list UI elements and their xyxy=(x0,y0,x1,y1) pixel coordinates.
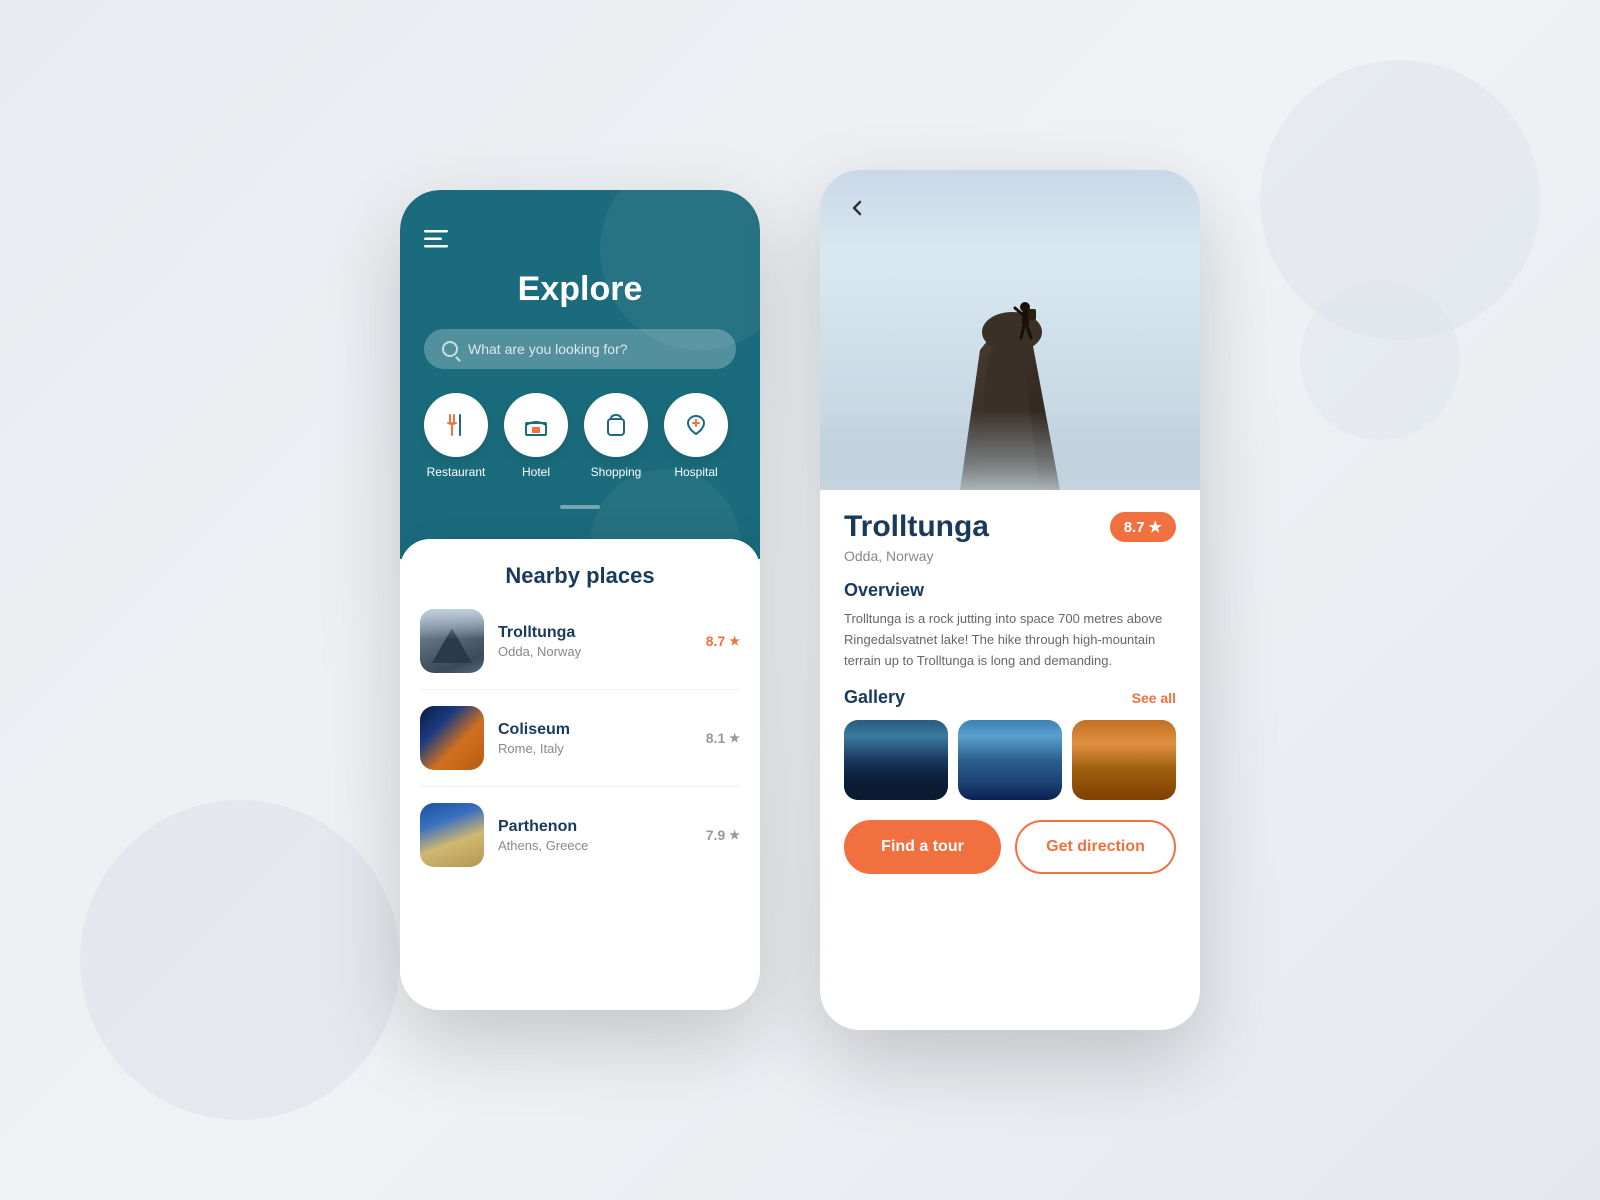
gallery-thumb-1[interactable] xyxy=(844,720,948,800)
trolltunga-rating: 8.7 ★ xyxy=(706,633,740,649)
rating-star-badge: ★ xyxy=(1149,518,1162,536)
gallery-thumb-2[interactable] xyxy=(958,720,1062,800)
detail-title-row: Trolltunga 8.7 ★ xyxy=(844,510,1176,544)
place-thumb-parthenon xyxy=(420,803,484,867)
detail-place-name: Trolltunga xyxy=(844,510,989,544)
trolltunga-star: ★ xyxy=(729,634,740,648)
detail-content: Trolltunga 8.7 ★ Odda, Norway Overview T… xyxy=(820,490,1200,1030)
place-item-trolltunga[interactable]: Trolltunga Odda, Norway 8.7 ★ xyxy=(420,609,740,690)
nearby-title: Nearby places xyxy=(420,563,740,589)
coliseum-location: Rome, Italy xyxy=(498,741,692,756)
search-placeholder: What are you looking for? xyxy=(468,341,628,357)
shopping-circle xyxy=(584,393,648,457)
gallery-thumb-3[interactable] xyxy=(1072,720,1176,800)
gallery-row xyxy=(844,720,1176,800)
gallery-title: Gallery xyxy=(844,687,905,708)
phone-explore: Explore What are you looking for? xyxy=(400,190,760,1010)
trolltunga-thumbnail xyxy=(420,609,484,673)
scroll-indicator xyxy=(560,505,600,509)
overview-text: Trolltunga is a rock jutting into space … xyxy=(844,609,1176,671)
background-blob-right2 xyxy=(1300,280,1460,440)
parthenon-star: ★ xyxy=(729,828,740,842)
detail-hero xyxy=(820,170,1200,490)
parthenon-info: Parthenon Athens, Greece xyxy=(498,818,692,853)
place-item-coliseum[interactable]: Coliseum Rome, Italy 8.1 ★ xyxy=(420,706,740,787)
search-icon xyxy=(442,341,458,357)
trolltunga-name: Trolltunga xyxy=(498,624,692,642)
parthenon-location: Athens, Greece xyxy=(498,838,692,853)
category-hospital[interactable]: Hospital xyxy=(664,393,728,479)
restaurant-label: Restaurant xyxy=(427,465,486,479)
parthenon-thumbnail xyxy=(420,803,484,867)
detail-location: Odda, Norway xyxy=(844,548,1176,564)
hospital-label: Hospital xyxy=(674,465,717,479)
action-buttons: Find a tour Get direction xyxy=(844,820,1176,874)
coliseum-info: Coliseum Rome, Italy xyxy=(498,721,692,756)
coliseum-name: Coliseum xyxy=(498,721,692,739)
place-thumb-coliseum xyxy=(420,706,484,770)
gallery-image-1 xyxy=(844,720,948,800)
hotel-label: Hotel xyxy=(522,465,550,479)
shopping-label: Shopping xyxy=(591,465,642,479)
nearby-section: Nearby places Trolltunga Odda, Norway 8.… xyxy=(400,539,760,1010)
category-restaurant[interactable]: Restaurant xyxy=(424,393,488,479)
coliseum-thumbnail xyxy=(420,706,484,770)
restaurant-circle xyxy=(424,393,488,457)
find-tour-button[interactable]: Find a tour xyxy=(844,820,1001,874)
category-shopping[interactable]: Shopping xyxy=(584,393,648,479)
phones-container: Explore What are you looking for? xyxy=(400,170,1200,1030)
parthenon-name: Parthenon xyxy=(498,818,692,836)
background-blob-left xyxy=(80,800,400,1120)
explore-header: Explore What are you looking for? xyxy=(400,190,760,559)
search-bar[interactable]: What are you looking for? xyxy=(424,329,736,369)
trolltunga-location: Odda, Norway xyxy=(498,644,692,659)
see-all-button[interactable]: See all xyxy=(1132,690,1176,706)
hotel-circle xyxy=(504,393,568,457)
rating-value: 8.7 xyxy=(1124,519,1145,536)
rating-badge: 8.7 ★ xyxy=(1110,512,1176,542)
trolltunga-info: Trolltunga Odda, Norway xyxy=(498,624,692,659)
gallery-header: Gallery See all xyxy=(844,687,1176,708)
explore-title: Explore xyxy=(424,270,736,309)
coliseum-rating: 8.1 ★ xyxy=(706,730,740,746)
hospital-circle xyxy=(664,393,728,457)
coliseum-star: ★ xyxy=(729,731,740,745)
place-thumb-trolltunga xyxy=(420,609,484,673)
gallery-image-3 xyxy=(1072,720,1176,800)
back-button[interactable] xyxy=(840,190,876,226)
overview-title: Overview xyxy=(844,580,1176,601)
get-direction-button[interactable]: Get direction xyxy=(1015,820,1176,874)
gallery-image-2 xyxy=(958,720,1062,800)
categories-row: Restaurant Hotel xyxy=(424,393,736,489)
place-item-parthenon[interactable]: Parthenon Athens, Greece 7.9 ★ xyxy=(420,803,740,883)
parthenon-rating: 7.9 ★ xyxy=(706,827,740,843)
menu-icon[interactable] xyxy=(424,230,736,254)
rock-formation xyxy=(820,250,1200,490)
category-hotel[interactable]: Hotel xyxy=(504,393,568,479)
phone-detail: Trolltunga 8.7 ★ Odda, Norway Overview T… xyxy=(820,170,1200,1030)
